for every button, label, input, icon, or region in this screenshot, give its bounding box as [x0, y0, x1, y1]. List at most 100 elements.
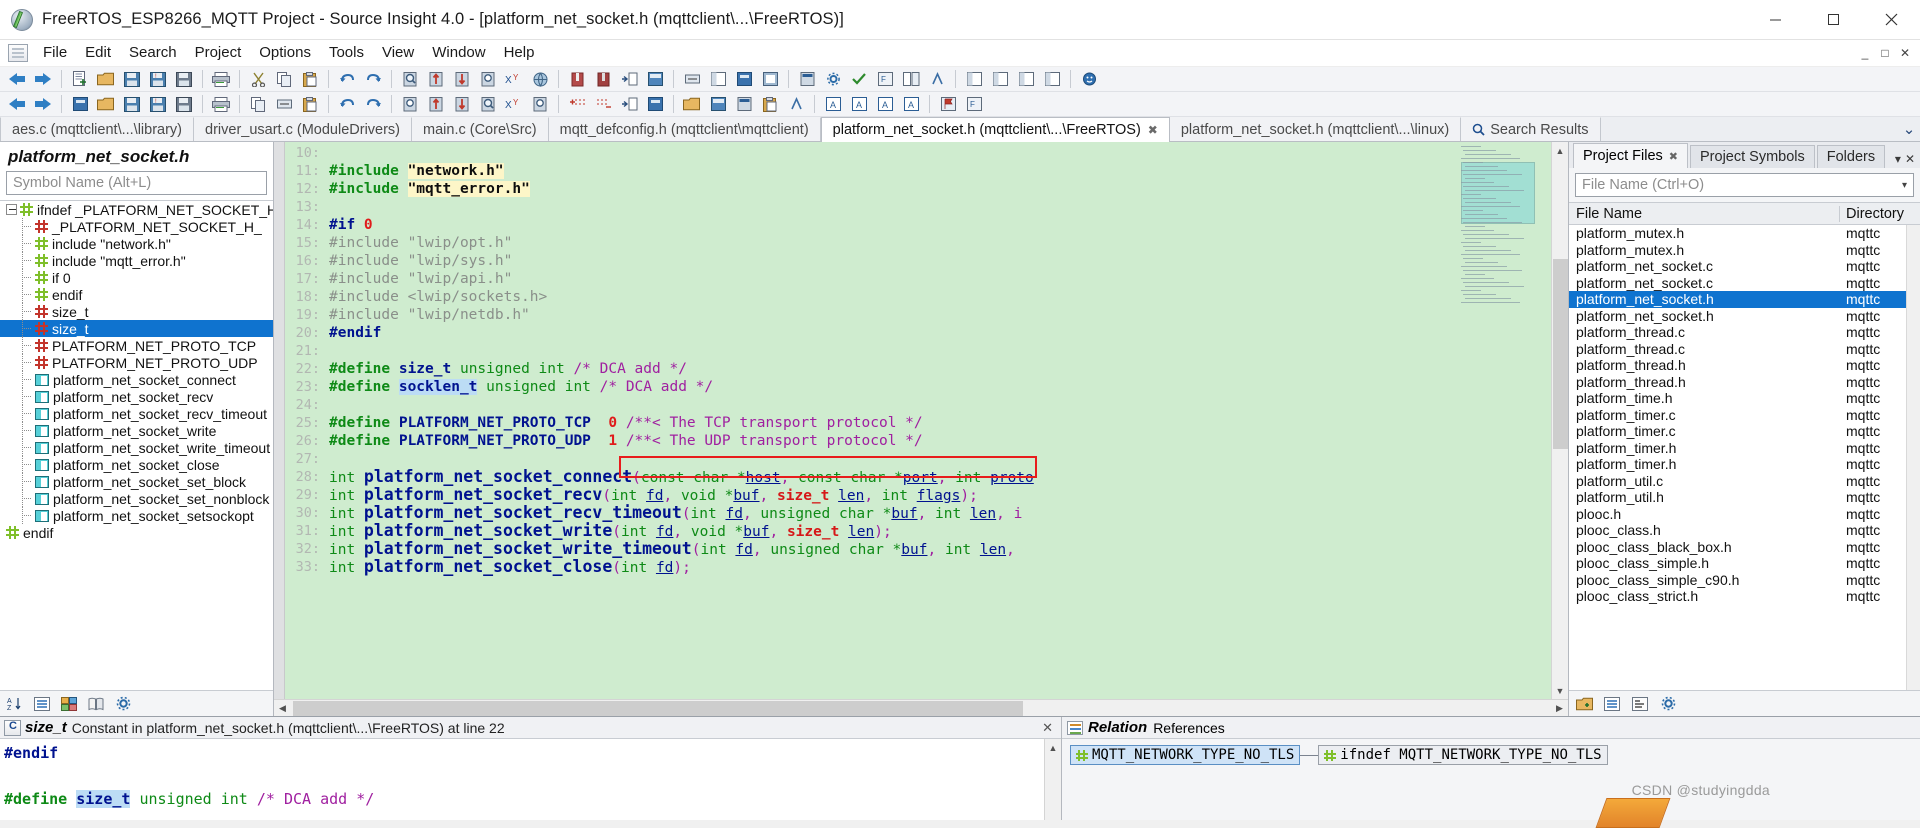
- jump-back-icon[interactable]: [5, 93, 29, 115]
- close-project-icon[interactable]: [172, 93, 196, 115]
- sync-files-icon[interactable]: [847, 68, 871, 90]
- add-file-icon[interactable]: [1574, 694, 1594, 713]
- print-preview-icon[interactable]: [209, 93, 233, 115]
- symbol-tree[interactable]: ifndef _PLATFORM_NET_SOCKET_H_ _PLATFORM_…: [0, 200, 273, 690]
- menu-options[interactable]: Options: [250, 41, 320, 65]
- document-tab[interactable]: mqtt_defconfig.h (mqttclient\mqttclient): [548, 117, 821, 141]
- save-as-icon[interactable]: [172, 68, 196, 90]
- file-list-row[interactable]: plooc_class_black_box.h mqttc: [1569, 539, 1920, 556]
- project-panel-tab[interactable]: Project Symbols: [1690, 145, 1815, 168]
- letter-c-icon[interactable]: A: [873, 93, 897, 115]
- file-list-row[interactable]: platform_thread.h mqttc: [1569, 357, 1920, 374]
- find-next-icon[interactable]: [450, 68, 474, 90]
- find-in-files-icon[interactable]: [476, 68, 500, 90]
- jump-forward-icon[interactable]: [31, 93, 55, 115]
- context-window-icon[interactable]: [732, 68, 756, 90]
- bookmark-list-icon[interactable]: [591, 68, 615, 90]
- redo-icon[interactable]: [361, 68, 385, 90]
- indent-icon[interactable]: [617, 68, 641, 90]
- toggle-panel-icon[interactable]: [643, 93, 667, 115]
- file-name-search-input[interactable]: File Name (Ctrl+O) ▾: [1575, 173, 1914, 197]
- save-icon[interactable]: [120, 68, 144, 90]
- maximize-button[interactable]: [1804, 0, 1862, 40]
- project-file-list[interactable]: platform_mutex.h mqttc platform_mutex.h mqt…: [1569, 225, 1920, 690]
- menu-file[interactable]: File: [34, 41, 76, 65]
- window-tile-icon[interactable]: [706, 93, 730, 115]
- tab-close-icon[interactable]: ✖: [1148, 123, 1158, 137]
- new-project-icon[interactable]: [68, 93, 92, 115]
- project-icon[interactable]: [795, 68, 819, 90]
- mdi-restore-button[interactable]: □: [1876, 43, 1894, 63]
- file-list-row[interactable]: plooc_class.h mqttc: [1569, 522, 1920, 539]
- relation-node[interactable]: MQTT_NETWORK_TYPE_NO_TLS: [1070, 745, 1301, 765]
- copy-line-icon[interactable]: [246, 93, 270, 115]
- hscroll-track[interactable]: [291, 700, 1551, 717]
- hscroll-thumb[interactable]: [293, 700, 1023, 716]
- symbol-tree-item[interactable]: include "network.h": [0, 235, 273, 252]
- find-icon[interactable]: [398, 68, 422, 90]
- cut-line-icon[interactable]: [272, 93, 296, 115]
- scroll-right-icon[interactable]: ▶: [1551, 700, 1568, 717]
- symbol-tree-item[interactable]: PLATFORM_NET_PROTO_TCP: [0, 337, 273, 354]
- symbol-tree-item[interactable]: size_t: [0, 303, 273, 320]
- rebuild-icon[interactable]: F: [873, 68, 897, 90]
- scroll-up-icon[interactable]: ▲: [1045, 739, 1061, 756]
- graph-icon[interactable]: XY: [502, 93, 526, 115]
- add-bookmark-icon[interactable]: [565, 93, 589, 115]
- scroll-left-icon[interactable]: ◀: [274, 700, 291, 717]
- file-list-row[interactable]: plooc_class_simple.h mqttc: [1569, 555, 1920, 572]
- search-symbol-icon[interactable]: [476, 93, 500, 115]
- file-list-row[interactable]: platform_timer.c mqttc: [1569, 423, 1920, 440]
- new-file-icon[interactable]: [68, 68, 92, 90]
- file-list-row[interactable]: platform_timer.h mqttc: [1569, 440, 1920, 457]
- tab-close-icon[interactable]: ✖: [1669, 150, 1678, 163]
- undo-icon[interactable]: [335, 68, 359, 90]
- close-button[interactable]: [1862, 0, 1920, 40]
- go-to-line-icon[interactable]: [680, 68, 704, 90]
- context-scrollbar[interactable]: ▲: [1044, 739, 1061, 820]
- relation-node[interactable]: ifndef MQTT_NETWORK_TYPE_NO_TLS: [1318, 745, 1608, 765]
- list-icon[interactable]: [1602, 694, 1622, 713]
- list-icon[interactable]: [32, 694, 52, 713]
- settings-icon[interactable]: [113, 694, 133, 713]
- file-list-row[interactable]: platform_net_socket.c mqttc: [1569, 258, 1920, 275]
- panel-left-icon[interactable]: [962, 68, 986, 90]
- file-list-row[interactable]: platform_net_socket.c mqttc: [1569, 275, 1920, 292]
- chevron-down-icon[interactable]: ▾: [1902, 180, 1907, 191]
- document-tab[interactable]: platform_net_socket.h (mqttclient\...\Fr…: [820, 117, 1170, 142]
- symbol-tree-item[interactable]: platform_net_socket_recv_timeout: [0, 405, 273, 422]
- document-tab[interactable]: aes.c (mqttclient\...\library): [0, 117, 195, 141]
- menu-project[interactable]: Project: [186, 41, 251, 65]
- symbol-tree-item[interactable]: platform_net_socket_close: [0, 456, 273, 473]
- file-list-row[interactable]: platform_timer.c mqttc: [1569, 407, 1920, 424]
- symbol-tree-item[interactable]: endif: [0, 524, 273, 541]
- column-header-directory[interactable]: Directory: [1840, 206, 1920, 222]
- group-icon[interactable]: [59, 694, 79, 713]
- properties-icon[interactable]: [1630, 694, 1650, 713]
- editor-vertical-scrollbar[interactable]: ▲ ▼: [1551, 142, 1568, 699]
- indent-block-icon[interactable]: [617, 93, 641, 115]
- cut-icon[interactable]: [246, 68, 270, 90]
- close-icon[interactable]: ✕: [1042, 720, 1053, 736]
- symbol-tree-item[interactable]: _PLATFORM_NET_SOCKET_H_: [0, 218, 273, 235]
- symbol-tree-item[interactable]: platform_net_socket_set_nonblock: [0, 490, 273, 507]
- file-list-row[interactable]: platform_util.c mqttc: [1569, 473, 1920, 490]
- menu-search[interactable]: Search: [120, 41, 186, 65]
- find-previous-icon[interactable]: [424, 68, 448, 90]
- open-project-icon[interactable]: [94, 93, 118, 115]
- file-list-row[interactable]: plooc_class_strict.h mqttc: [1569, 588, 1920, 605]
- window-split-icon[interactable]: [643, 68, 667, 90]
- copy-icon[interactable]: [272, 68, 296, 90]
- symbol-tree-item[interactable]: platform_net_socket_write: [0, 422, 273, 439]
- browse-symbol-icon[interactable]: [528, 93, 552, 115]
- menu-window[interactable]: Window: [423, 41, 494, 65]
- project-panel-tab[interactable]: Project Files ✖: [1573, 143, 1688, 168]
- symbol-tree-item[interactable]: platform_net_socket_set_block: [0, 473, 273, 490]
- panel-float-icon[interactable]: [1040, 68, 1064, 90]
- scroll-thumb[interactable]: [1553, 259, 1568, 449]
- browse-web-icon[interactable]: [528, 68, 552, 90]
- lookup-reference-icon[interactable]: [398, 93, 422, 115]
- smart-rename-icon[interactable]: [936, 93, 960, 115]
- remove-bookmark-icon[interactable]: [591, 93, 615, 115]
- letter-d-icon[interactable]: A: [899, 93, 923, 115]
